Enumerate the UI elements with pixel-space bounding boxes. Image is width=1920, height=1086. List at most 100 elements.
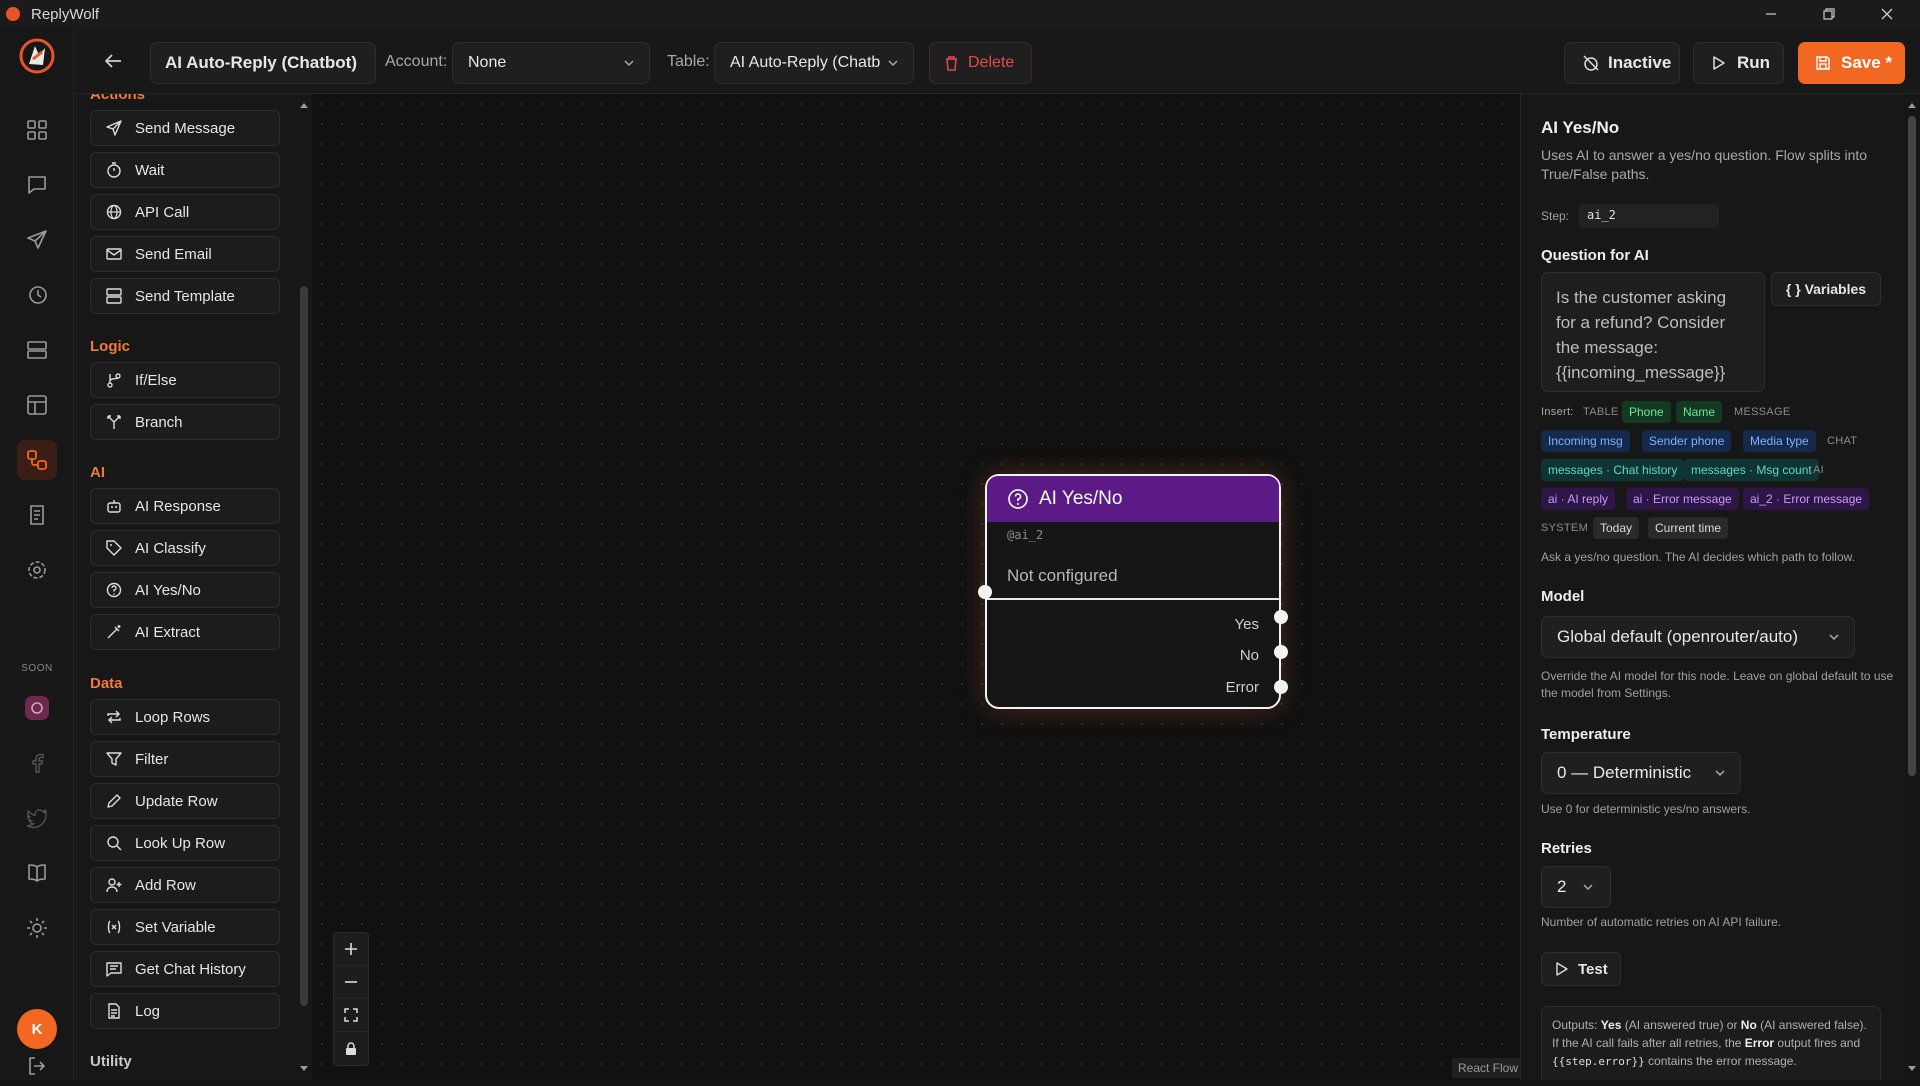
palette-item-get-chat-history[interactable]: Get Chat History: [90, 951, 280, 987]
chip-chat-history[interactable]: messages · Chat history: [1541, 459, 1685, 481]
logs-icon[interactable]: [17, 495, 57, 535]
palette-scrollbar[interactable]: [296, 94, 312, 1080]
chip-ai-error[interactable]: ai · Error message: [1626, 488, 1739, 510]
palette-item-wait[interactable]: Wait: [90, 152, 280, 188]
account-select[interactable]: None: [452, 42, 650, 84]
palette-item-ai-extract[interactable]: AI Extract: [90, 614, 280, 650]
chevron-down-icon: [623, 57, 635, 69]
table-icon[interactable]: [17, 385, 57, 425]
lock-icon[interactable]: [334, 1032, 368, 1065]
search-icon: [105, 834, 123, 852]
inactive-toggle-button[interactable]: Inactive: [1564, 42, 1680, 84]
palette-item-loop-rows[interactable]: Loop Rows: [90, 699, 280, 735]
node-id: @ai_2: [1007, 528, 1044, 542]
variables-button[interactable]: { } Variables: [1771, 272, 1881, 306]
wand-icon: [105, 623, 123, 641]
variable-icon: [105, 918, 123, 936]
user-avatar[interactable]: K: [17, 1009, 57, 1049]
outputs-text: Outputs:: [1552, 1018, 1601, 1032]
output-handle-error[interactable]: [1274, 680, 1288, 694]
palette-item-log[interactable]: Log: [90, 993, 280, 1029]
palette-item-label: Send Email: [135, 245, 212, 263]
docs-book-icon[interactable]: [17, 853, 57, 893]
palette-item-ai-classify[interactable]: AI Classify: [90, 530, 280, 566]
save-button[interactable]: Save *: [1798, 42, 1905, 84]
retries-select[interactable]: 2: [1541, 866, 1611, 908]
palette-item-if-else[interactable]: If/Else: [90, 362, 280, 398]
model-value: Global default (openrouter/auto): [1557, 627, 1798, 646]
logout-icon[interactable]: [17, 1046, 57, 1086]
wolf-logo-icon[interactable]: [17, 36, 57, 76]
theme-sun-icon[interactable]: [17, 908, 57, 948]
palette-item-look-up-row[interactable]: Look Up Row: [90, 825, 280, 861]
back-arrow-icon[interactable]: [102, 50, 124, 72]
run-label: Run: [1737, 53, 1771, 72]
outputs-text: contains the error message.: [1644, 1054, 1797, 1068]
test-label: Test: [1578, 960, 1608, 978]
category-ai: AI: [90, 464, 105, 481]
chip-incoming-msg[interactable]: Incoming msg: [1541, 430, 1630, 452]
fit-view-icon[interactable]: [334, 999, 368, 1032]
flows-icon[interactable]: [17, 440, 57, 480]
flow-name-input[interactable]: AI Auto-Reply (Chatbot): [150, 42, 376, 84]
chip-ai2-error[interactable]: ai_2 · Error message: [1743, 488, 1870, 510]
palette-item-send-message[interactable]: Send Message: [90, 110, 280, 146]
step-id-field[interactable]: ai_2: [1579, 204, 1719, 228]
chip-msg-count[interactable]: messages · Msg count: [1684, 459, 1819, 481]
run-button[interactable]: Run: [1693, 42, 1784, 84]
palette-item-branch[interactable]: Branch: [90, 404, 280, 440]
chip-current-time[interactable]: Current time: [1648, 517, 1729, 539]
test-button[interactable]: Test: [1541, 952, 1621, 986]
palette-item-api-call[interactable]: API Call: [90, 194, 280, 230]
minimize-icon[interactable]: [1743, 0, 1799, 28]
soon-label: SOON: [21, 663, 53, 674]
flow-canvas[interactable]: AI Yes/No @ai_2 Not configured Yes No Er…: [312, 94, 1520, 1080]
chip-sender-phone[interactable]: Sender phone: [1642, 430, 1732, 452]
temperature-select[interactable]: 0 — Deterministic: [1541, 752, 1741, 794]
close-icon[interactable]: [1859, 0, 1915, 28]
chat-icon[interactable]: [17, 165, 57, 205]
app-logo-icon: [6, 7, 20, 21]
palette-item-filter[interactable]: Filter: [90, 741, 280, 777]
chip-phone[interactable]: Phone: [1622, 401, 1671, 423]
delete-button[interactable]: Delete: [929, 42, 1032, 84]
question-textarea[interactable]: Is the customer asking for a refund? Con…: [1541, 272, 1765, 392]
react-flow-attribution[interactable]: React Flow: [1452, 1058, 1525, 1078]
palette-item-add-row[interactable]: Add Row: [90, 867, 280, 903]
history-icon[interactable]: [17, 275, 57, 315]
zoom-in-icon[interactable]: [334, 933, 368, 966]
palette-item-update-row[interactable]: Update Row: [90, 783, 280, 819]
globe-icon: [105, 203, 123, 221]
chip-media-type[interactable]: Media type: [1743, 430, 1816, 452]
chip-today[interactable]: Today: [1593, 517, 1640, 539]
panel-scrollbar[interactable]: [1904, 94, 1920, 1080]
output-handle-no[interactable]: [1274, 645, 1288, 659]
input-handle[interactable]: [978, 585, 992, 599]
table-select[interactable]: AI Auto-Reply (Chatb: [714, 42, 914, 84]
restore-icon[interactable]: [1801, 0, 1857, 28]
chip-name[interactable]: Name: [1676, 401, 1723, 423]
help-circle-icon: [1007, 488, 1029, 510]
palette-item-set-variable[interactable]: Set Variable: [90, 909, 280, 945]
save-label: Save *: [1841, 53, 1893, 72]
window-title: ReplyWolf: [31, 5, 100, 23]
output-handle-yes[interactable]: [1274, 610, 1288, 624]
palette-item-send-template[interactable]: Send Template: [90, 278, 280, 314]
model-select[interactable]: Global default (openrouter/auto): [1541, 616, 1855, 658]
database-icon[interactable]: [17, 330, 57, 370]
zoom-out-icon[interactable]: [334, 966, 368, 999]
palette-item-ai-response[interactable]: AI Response: [90, 488, 280, 524]
palette-item-label: API Call: [135, 203, 190, 221]
send-icon[interactable]: [17, 220, 57, 260]
outputs-text: (AI answered true) or: [1621, 1018, 1741, 1032]
flow-node-ai-yes-no[interactable]: AI Yes/No @ai_2 Not configured Yes No Er…: [978, 474, 1288, 709]
filter-icon: [105, 750, 123, 768]
category-data: Data: [90, 675, 123, 692]
template-icon: [105, 287, 123, 305]
mail-icon: [105, 245, 123, 263]
palette-item-send-email[interactable]: Send Email: [90, 236, 280, 272]
palette-item-ai-yes-no[interactable]: AI Yes/No: [90, 572, 280, 608]
chip-ai-reply[interactable]: ai · AI reply: [1541, 488, 1616, 510]
dashboard-icon[interactable]: [17, 110, 57, 150]
settings-icon[interactable]: [17, 550, 57, 590]
